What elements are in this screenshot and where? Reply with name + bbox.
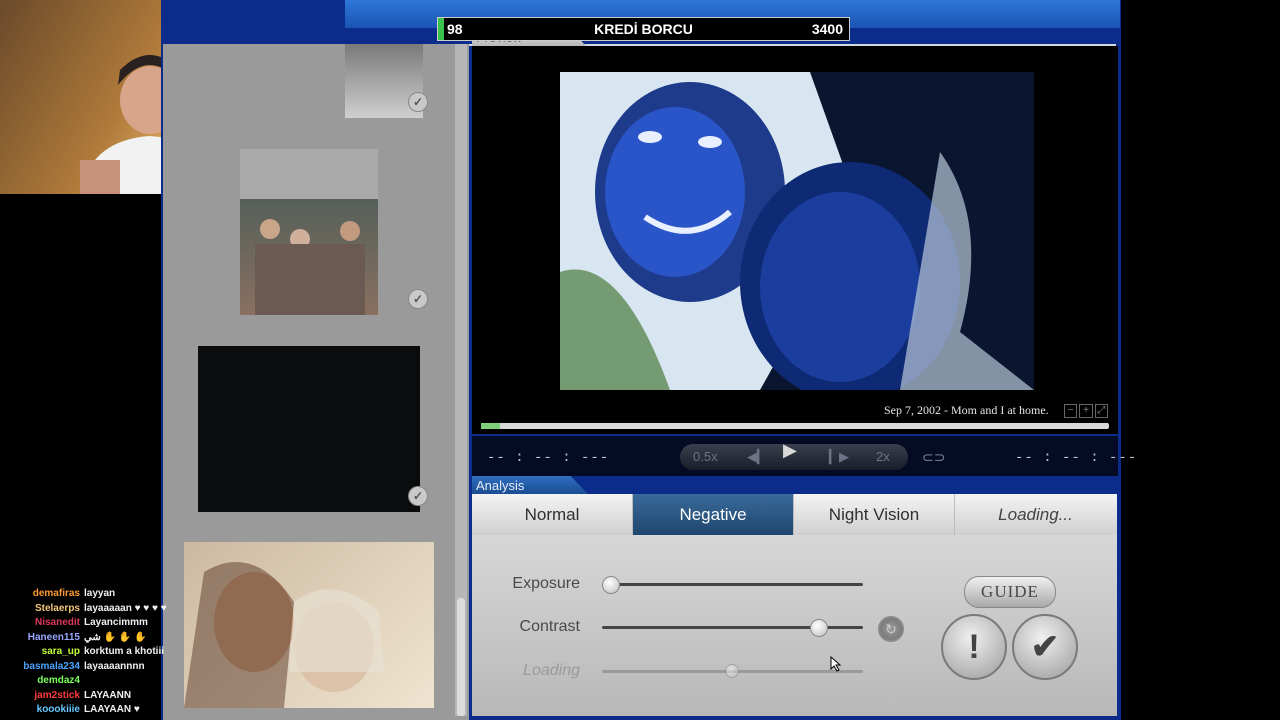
chat-username: Haneen115 xyxy=(27,631,80,643)
time-elapsed: -- : -- : --- xyxy=(487,450,610,466)
tab-negative[interactable]: Negative xyxy=(633,494,794,535)
zoom-out-icon[interactable]: − xyxy=(1064,404,1078,418)
step-back-icon[interactable]: ◀▎ xyxy=(747,449,767,465)
play-icon[interactable]: ▶ xyxy=(783,440,809,472)
time-remaining: -- : -- : --- xyxy=(1015,450,1138,466)
gallery-thumb-4[interactable] xyxy=(184,542,434,708)
exposure-slider[interactable] xyxy=(602,583,863,586)
step-forward-icon[interactable]: ▎▶ xyxy=(829,449,849,465)
progress-fill xyxy=(481,423,500,429)
speed-fast-button[interactable]: 2x xyxy=(876,449,890,464)
chat-username: demafiras xyxy=(32,588,80,599)
chat-message: koookiiie LAAYAAN ♥ xyxy=(0,704,190,718)
exposure-slider-knob[interactable] xyxy=(602,576,620,594)
analysis-tab: Analysis xyxy=(472,476,588,494)
chat-text: layyan xyxy=(84,588,116,599)
tab-loading: Loading... xyxy=(998,505,1073,524)
exposure-label: Exposure xyxy=(512,575,580,592)
tab-night-vision[interactable]: Night Vision xyxy=(794,494,955,535)
confirm-button[interactable]: ✔ xyxy=(1012,614,1078,680)
caption-controls: − + ⤢ xyxy=(1064,404,1108,418)
gallery-thumb-3[interactable] xyxy=(198,346,420,512)
chat-message: demafiras layyan xyxy=(0,588,190,602)
preview-photo-negative xyxy=(560,72,1034,402)
gallery-thumb-2[interactable] xyxy=(240,149,378,315)
alert-button[interactable]: ! xyxy=(941,614,1007,680)
chat-username: Nisanedit xyxy=(34,617,80,628)
chat-username: Stelaerps xyxy=(34,602,80,614)
loading-slider-knob xyxy=(724,664,739,678)
chat-username: koookiiie xyxy=(36,704,80,715)
fullscreen-icon[interactable]: ⤢ xyxy=(1094,404,1108,418)
chat-message: sara_up korktum a khotiii xyxy=(0,646,190,660)
chat-text: layaaaannnn xyxy=(84,660,145,672)
gallery-scroll-thumb[interactable] xyxy=(457,598,465,716)
chat-username: sara_up xyxy=(41,646,80,657)
reset-icon[interactable]: ↻ xyxy=(878,616,904,642)
loading-slider-label: Loading xyxy=(523,662,580,679)
contrast-label: Contrast xyxy=(519,618,580,635)
loop-icon[interactable]: ⊂⊃ xyxy=(922,449,945,466)
chat-text: LAAYAAN ♥ xyxy=(84,704,140,715)
mouse-cursor-icon xyxy=(830,655,842,672)
photo-caption: Sep 7, 2002 - Mom and I at home. xyxy=(884,403,1049,417)
kredi-borcu-bar: 98 KREDİ BORCU 3400 xyxy=(437,17,850,41)
checkmark-icon: ✓ xyxy=(408,486,428,506)
checkmark-icon: ✓ xyxy=(408,289,428,309)
speed-slow-button[interactable]: 0.5x xyxy=(693,449,718,464)
analysis-mode-tabs: Normal Negative Night Vision Loading... xyxy=(472,494,1117,535)
chat-text: layaaaaan ♥ ♥ ♥ ♥ xyxy=(84,602,167,614)
chat-message: Haneen115 شي ✋ ✋ ✋ xyxy=(0,632,190,646)
chat-message: basmala234 layaaaannnn xyxy=(0,661,190,675)
kredi-value: 3400 xyxy=(811,21,843,37)
chat-text: Layancimmm xyxy=(84,617,148,628)
playback-progress[interactable] xyxy=(481,423,1109,429)
guide-button[interactable]: GUIDE xyxy=(964,576,1056,608)
chat-text: شي ✋ ✋ ✋ xyxy=(84,631,147,643)
chat-username: jam2stick xyxy=(34,689,80,701)
zoom-in-icon[interactable]: + xyxy=(1079,404,1093,418)
stream-chat: demafiras layyan Stelaerps layaaaaan ♥ ♥ ♥ … xyxy=(0,588,190,720)
tab-normal[interactable]: Normal xyxy=(472,494,633,535)
chat-message: Nisanedit Layancimmm xyxy=(0,617,190,631)
chat-username: demdaz4 xyxy=(37,675,80,686)
chat-username: basmala234 xyxy=(23,660,80,672)
photo-gallery: ✓ ✓ ✓ xyxy=(163,44,469,720)
chat-message: demdaz4 xyxy=(0,675,190,689)
kredi-title: KREDİ BORCU xyxy=(594,21,693,37)
chat-text: korktum a khotiii xyxy=(84,646,165,657)
chat-text: LAYAANN xyxy=(84,689,132,701)
chat-message: jam2stick LAYAANN xyxy=(0,690,190,704)
chat-message: Stelaerps layaaaaan ♥ ♥ ♥ ♥ xyxy=(0,603,190,617)
checkmark-icon: ✓ xyxy=(408,92,428,112)
